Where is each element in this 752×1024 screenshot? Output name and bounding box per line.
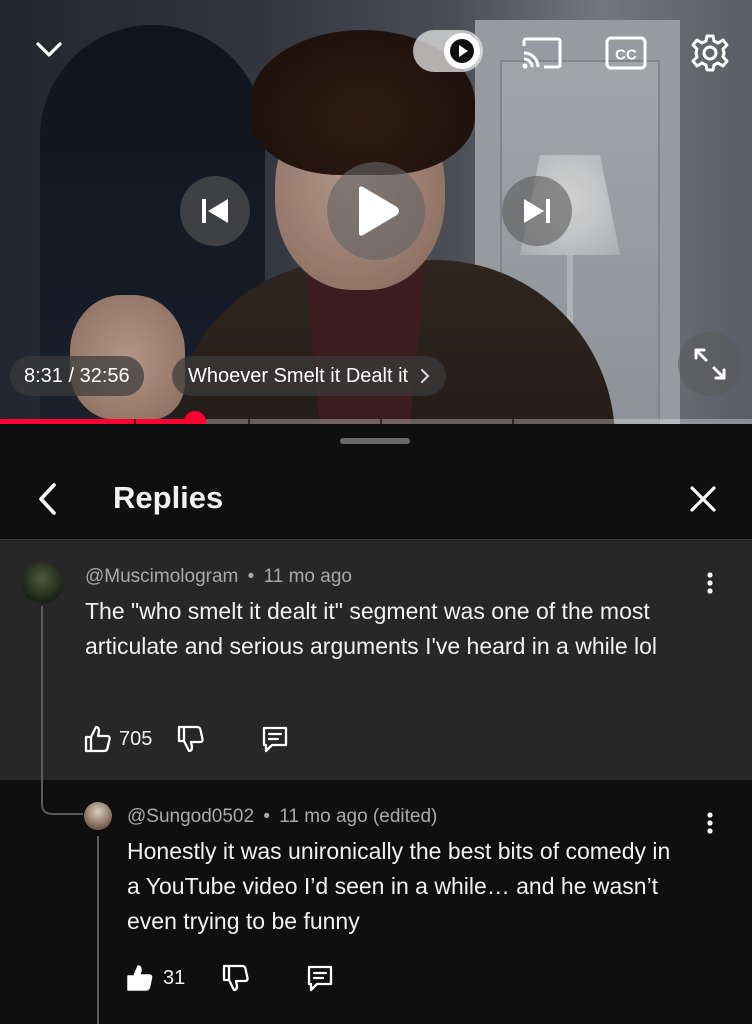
comment-author[interactable]: @Muscimologram — [85, 566, 238, 587]
skip-next-icon — [524, 199, 550, 223]
settings-button[interactable] — [684, 28, 736, 78]
chapter-button[interactable]: Whoever Smelt it Dealt it — [172, 356, 447, 396]
next-video-button[interactable] — [502, 176, 572, 246]
comment-author[interactable]: @Sungod0502 — [127, 806, 254, 827]
comment-age: 11 mo ago (edited) — [279, 806, 438, 827]
video-player[interactable]: CC 8:31 / 32:56 Whoever Smelt it Dealt i… — [0, 0, 752, 424]
comment-reply-icon — [308, 965, 333, 992]
cc-icon: CC — [605, 36, 647, 70]
chevron-down-icon — [36, 42, 62, 57]
comment-actions: 705 — [83, 719, 290, 759]
time-display: 8:31 / 32:56 — [10, 356, 144, 396]
meta-separator: • — [247, 566, 255, 587]
avatar[interactable] — [21, 562, 63, 604]
close-button[interactable] — [680, 476, 726, 522]
dislike-button[interactable] — [176, 719, 206, 759]
more-vertical-icon — [707, 812, 713, 834]
autoplay-toggle[interactable] — [413, 30, 483, 72]
comment-text: Honestly it was unironically the best bi… — [127, 838, 671, 934]
back-button[interactable] — [24, 476, 70, 522]
play-icon — [359, 186, 399, 236]
thumbs-up-filled-icon — [127, 965, 153, 991]
skip-previous-icon — [202, 199, 228, 223]
comment-reply-icon — [263, 726, 288, 753]
like-count: 705 — [119, 727, 153, 750]
comment-actions: 31 — [125, 958, 335, 998]
reply-button[interactable] — [305, 958, 335, 998]
chevron-right-icon — [421, 369, 430, 383]
thumbs-up-icon — [84, 725, 111, 753]
captions-button[interactable]: CC — [600, 32, 652, 74]
play-button[interactable] — [327, 162, 425, 260]
comment-menu-button[interactable] — [695, 803, 725, 843]
chapter-title: Whoever Smelt it Dealt it — [188, 364, 409, 387]
fullscreen-icon — [694, 348, 726, 380]
autoplay-toggle-icon — [444, 33, 480, 69]
thread-line — [41, 780, 43, 800]
comment-age: 11 mo ago — [263, 566, 352, 587]
reply-button[interactable] — [260, 719, 290, 759]
drag-handle[interactable] — [340, 438, 410, 444]
thread-line — [41, 606, 43, 780]
avatar[interactable] — [84, 802, 112, 830]
fullscreen-button[interactable] — [678, 332, 742, 396]
meta-separator: • — [263, 806, 270, 827]
gear-icon — [691, 34, 729, 72]
like-button[interactable]: 31 — [125, 958, 185, 998]
collapse-player-button[interactable] — [22, 30, 76, 70]
svg-text:CC: CC — [615, 47, 637, 64]
thumbs-down-icon — [178, 725, 205, 753]
like-button[interactable]: 705 — [83, 719, 152, 759]
cast-icon — [522, 37, 562, 69]
comment-text: The "who smelt it dealt it" segment was … — [85, 598, 658, 659]
dislike-button[interactable] — [221, 958, 251, 998]
thread-line — [97, 836, 99, 1024]
previous-video-button[interactable] — [180, 176, 250, 246]
cast-button[interactable] — [516, 32, 568, 74]
more-vertical-icon — [707, 572, 713, 594]
close-icon — [690, 486, 716, 512]
reply-comment: @Sungod0502 • 11 mo ago (edited) Honestl… — [0, 780, 752, 1024]
panel-header: Replies — [0, 460, 752, 540]
thread-connector — [41, 798, 83, 815]
panel-title: Replies — [113, 480, 224, 515]
replies-panel: Replies @Muscimologram • 11 mo ago The "… — [0, 424, 752, 1024]
comment-meta: @Sungod0502 • 11 mo ago (edited) — [127, 806, 437, 828]
chevron-left-icon — [39, 483, 56, 515]
parent-comment: @Muscimologram • 11 mo ago The "who smel… — [0, 540, 752, 780]
thumbs-down-icon — [223, 964, 249, 992]
like-count: 31 — [163, 966, 186, 989]
comment-meta: @Muscimologram • 11 mo ago — [85, 566, 352, 588]
